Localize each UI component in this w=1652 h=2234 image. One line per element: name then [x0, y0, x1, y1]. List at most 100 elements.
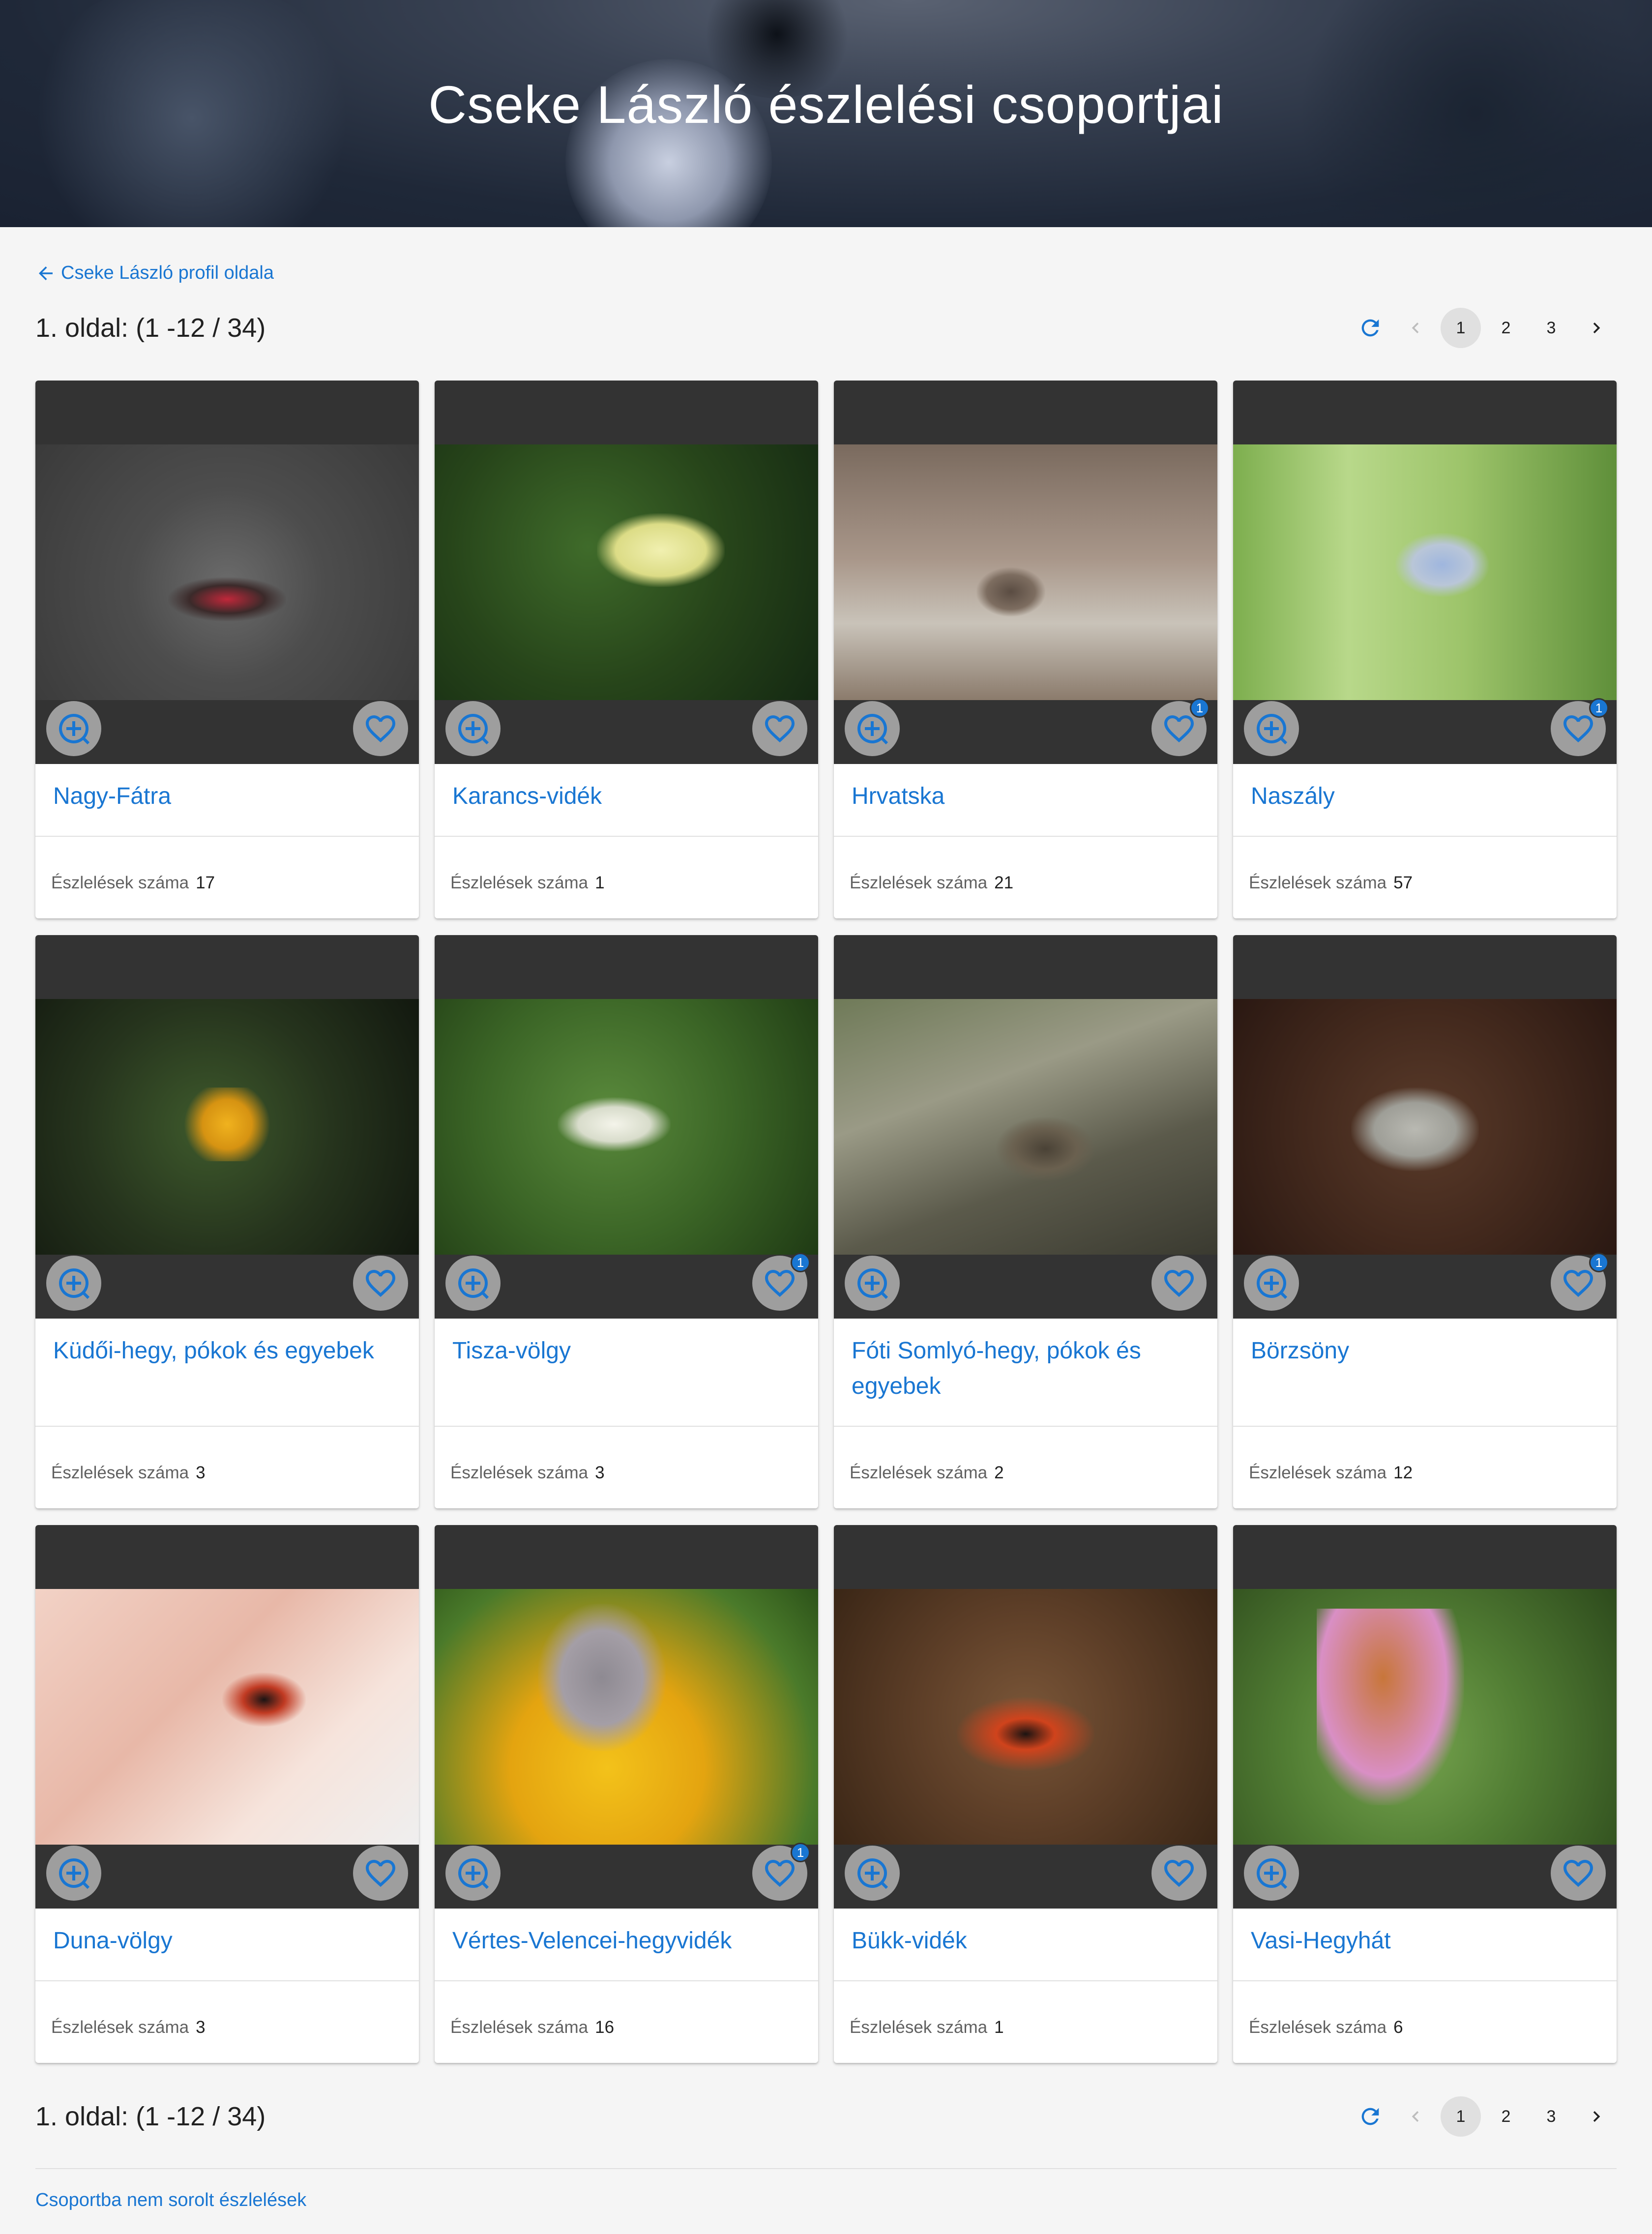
group-photo[interactable]: [1233, 1589, 1617, 1845]
observation-count-value: 17: [196, 873, 215, 892]
favorite-button[interactable]: [353, 1846, 408, 1901]
page-button-3[interactable]: 3: [1531, 2096, 1571, 2137]
zoom-in-icon: [1257, 714, 1288, 745]
refresh-icon: [1361, 319, 1379, 337]
zoom-button[interactable]: [845, 1256, 900, 1311]
group-title-link[interactable]: Bükk-vidék: [852, 1923, 1200, 1959]
group-title-link[interactable]: Fóti Somlyó-hegy, pókok és egyebek: [852, 1333, 1200, 1404]
zoom-button[interactable]: [46, 701, 101, 756]
group-photo[interactable]: [35, 444, 419, 700]
photo-subject: [976, 567, 1045, 617]
pagination-top: 1. oldal: (1 -12 / 34) 1 2 3: [35, 306, 1617, 350]
photo-subject: [1351, 1088, 1479, 1171]
favorite-button[interactable]: 1: [1551, 698, 1609, 756]
prev-page-button[interactable]: [1395, 308, 1436, 348]
favorite-button[interactable]: [353, 1256, 408, 1311]
card-media: [834, 1525, 1217, 1909]
favorite-count-badge: 1: [1589, 698, 1609, 718]
page-button-1[interactable]: 1: [1441, 2096, 1481, 2137]
heart-outline-icon: [1164, 1860, 1194, 1887]
back-to-profile-link[interactable]: Cseke László profil oldala: [35, 263, 274, 284]
photo-subject: [222, 1673, 306, 1727]
group-card: Vasi-Hegyhát Észlelések száma 6: [1233, 1525, 1617, 2063]
zoom-in-icon: [458, 1858, 489, 1889]
group-card: Fóti Somlyó-hegy, pókok és egyebek Észlel…: [834, 935, 1217, 1508]
refresh-button[interactable]: [1350, 308, 1390, 348]
group-photo[interactable]: [35, 999, 419, 1255]
observation-count: Észlelések száma 16: [450, 2018, 614, 2037]
zoom-button[interactable]: [1244, 1256, 1299, 1311]
zoom-button[interactable]: [1244, 1846, 1299, 1901]
card-media: [35, 1525, 419, 1909]
card-media: [834, 935, 1217, 1319]
group-card: 1 Vértes-Velencei-hegyvidék Észlelések szá…: [435, 1525, 818, 2063]
group-title-link[interactable]: Vértes-Velencei-hegyvidék: [452, 1923, 800, 1959]
card-divider: [1233, 1426, 1617, 1427]
next-page-button[interactable]: [1576, 308, 1617, 348]
card-media: [35, 935, 419, 1319]
group-photo[interactable]: [834, 444, 1217, 700]
group-title-link[interactable]: Naszály: [1251, 779, 1599, 814]
group-title-link[interactable]: Küdői-hegy, pókok és egyebek: [53, 1333, 401, 1369]
observation-count: Észlelések száma 57: [1249, 873, 1413, 893]
heart-outline-icon: [366, 1860, 395, 1887]
zoom-in-icon: [1257, 1268, 1288, 1299]
zoom-button[interactable]: [1244, 701, 1299, 756]
group-photo[interactable]: [1233, 444, 1617, 700]
favorite-button[interactable]: 1: [752, 1253, 810, 1311]
photo-subject: [1317, 1609, 1464, 1805]
observation-count-label: Észlelések száma: [850, 873, 988, 892]
favorite-button[interactable]: [1151, 1256, 1207, 1311]
group-title-link[interactable]: Nagy-Fátra: [53, 779, 401, 814]
zoom-button[interactable]: [445, 1256, 501, 1311]
back-link-label: Cseke László profil oldala: [61, 263, 274, 283]
prev-page-button[interactable]: [1395, 2096, 1436, 2137]
favorite-button[interactable]: [1151, 1846, 1207, 1901]
group-photo[interactable]: [435, 1589, 818, 1845]
zoom-in-icon: [857, 1858, 888, 1889]
favorite-button[interactable]: 1: [752, 1843, 810, 1901]
zoom-button[interactable]: [445, 1846, 501, 1901]
refresh-button[interactable]: [1350, 2096, 1390, 2137]
zoom-button[interactable]: [46, 1846, 101, 1901]
page-button-2[interactable]: 2: [1486, 308, 1526, 348]
zoom-button[interactable]: [845, 1846, 900, 1901]
observation-count-value: 3: [196, 1463, 206, 1482]
hero-banner: Cseke László észlelési csoportjai: [0, 0, 1652, 227]
group-photo[interactable]: [834, 1589, 1217, 1845]
favorite-button[interactable]: 1: [1551, 1253, 1609, 1311]
photo-subject: [558, 1097, 671, 1151]
group-photo[interactable]: [834, 999, 1217, 1255]
card-divider: [1233, 836, 1617, 837]
group-title-link[interactable]: Karancs-vidék: [452, 779, 800, 814]
page-button-1[interactable]: 1: [1441, 308, 1481, 348]
observation-count-label: Észlelések száma: [850, 2018, 988, 2037]
group-title-link[interactable]: Tisza-völgy: [452, 1333, 800, 1369]
favorite-button[interactable]: [752, 701, 807, 756]
page-button-2[interactable]: 2: [1486, 2096, 1526, 2137]
favorite-button[interactable]: [353, 701, 408, 756]
group-photo[interactable]: [35, 1589, 419, 1845]
group-title-link[interactable]: Börzsöny: [1251, 1333, 1599, 1369]
favorite-button[interactable]: [1551, 1846, 1606, 1901]
heart-outline-icon: [1564, 1860, 1593, 1887]
observation-count-value: 3: [595, 1463, 605, 1482]
next-page-button[interactable]: [1576, 2096, 1617, 2137]
zoom-button[interactable]: [845, 701, 900, 756]
favorite-count-badge: 1: [1190, 698, 1210, 718]
page-button-3[interactable]: 3: [1531, 308, 1571, 348]
group-title-link[interactable]: Hrvatska: [852, 779, 1200, 814]
group-title-link[interactable]: Duna-völgy: [53, 1923, 401, 1959]
observation-count-value: 12: [1393, 1463, 1413, 1482]
group-photo[interactable]: [435, 444, 818, 700]
group-photo[interactable]: [435, 999, 818, 1255]
zoom-button[interactable]: [445, 701, 501, 756]
favorite-button[interactable]: 1: [1151, 698, 1210, 756]
ungrouped-observations-link[interactable]: Csoportba nem sorolt észlelések: [35, 2190, 306, 2211]
group-photo[interactable]: [1233, 999, 1617, 1255]
group-title-link[interactable]: Vasi-Hegyhát: [1251, 1923, 1599, 1959]
observation-count-value: 1: [994, 2018, 1004, 2037]
zoom-button[interactable]: [46, 1256, 101, 1311]
card-divider: [435, 1980, 818, 1981]
group-card: Bükk-vidék Észlelések száma 1: [834, 1525, 1217, 2063]
